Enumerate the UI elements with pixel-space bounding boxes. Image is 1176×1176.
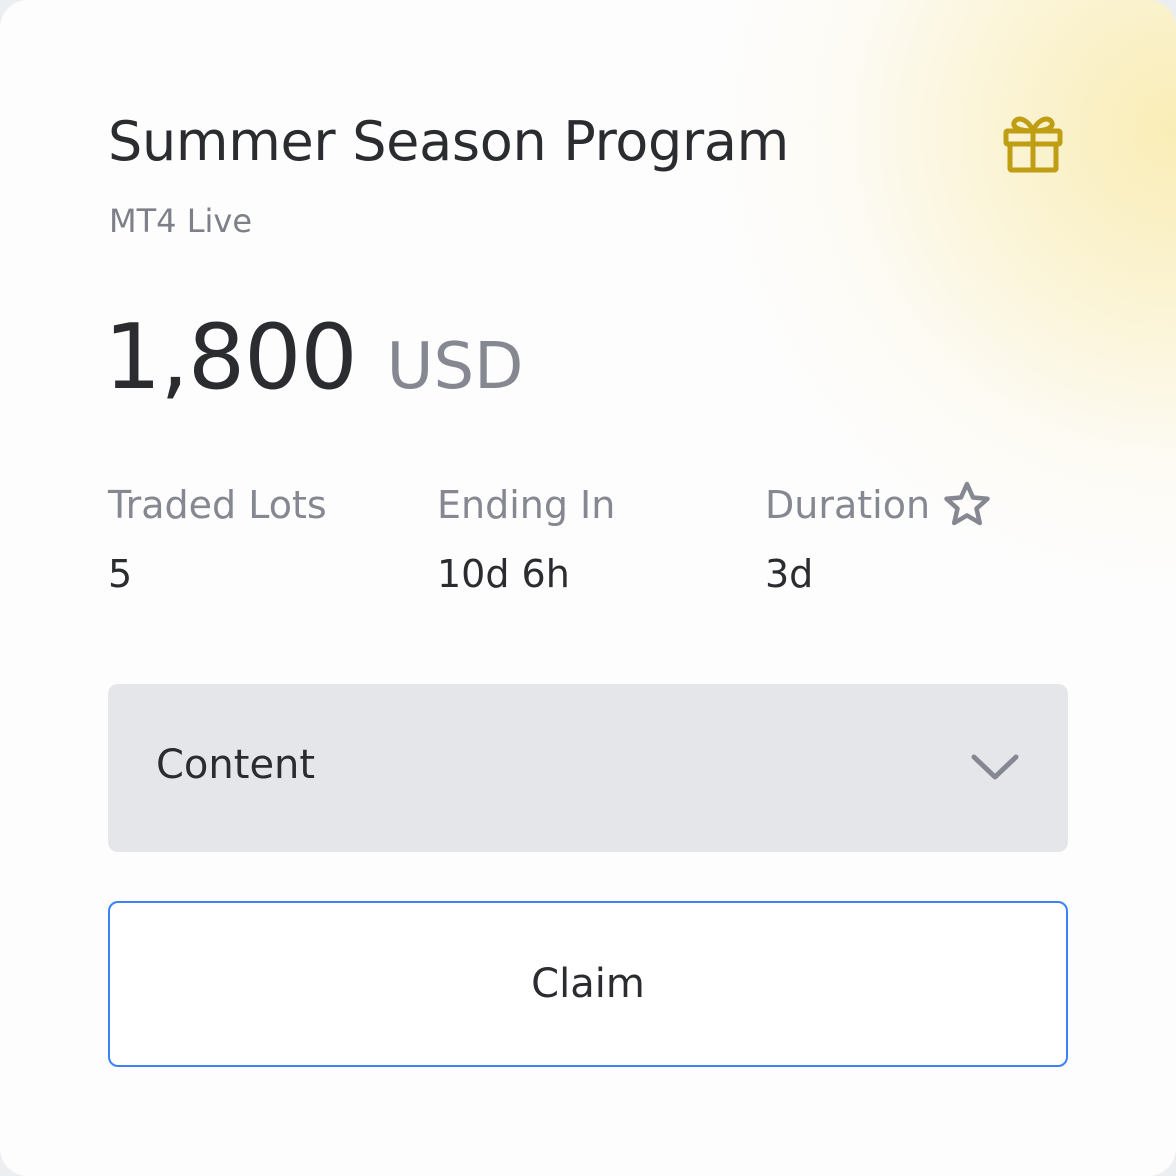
stat-value: 5 [108,552,133,596]
reward-program-card: Summer Season Program MT4 Live 1,800 USD… [0,0,1176,1176]
stat-label: Ending In [437,483,616,527]
chevron-down-icon[interactable] [966,749,1024,787]
stat-duration: Duration 3d [765,480,992,596]
amount-currency: USD [386,330,524,404]
stat-label: Duration [765,483,931,527]
amount-value: 1,800 [104,305,358,410]
stat-traded-lots: Traded Lots 5 [108,482,327,596]
stat-value: 3d [765,552,814,596]
reward-amount: 1,800 USD [104,305,523,410]
stat-label-row: Duration [765,480,992,530]
content-dropdown-label: Content [156,742,316,788]
gift-icon [1003,116,1063,173]
claim-button-label: Claim [531,961,645,1007]
account-type-label: MT4 Live [109,202,253,240]
stat-ending-in: Ending In 10d 6h [437,482,615,596]
content-dropdown[interactable]: Content [108,684,1068,852]
stat-label: Traded Lots [108,483,327,527]
stat-value: 10d 6h [437,552,570,596]
program-title: Summer Season Program [108,110,789,173]
star-icon[interactable] [942,480,992,530]
claim-button[interactable]: Claim [108,901,1068,1067]
